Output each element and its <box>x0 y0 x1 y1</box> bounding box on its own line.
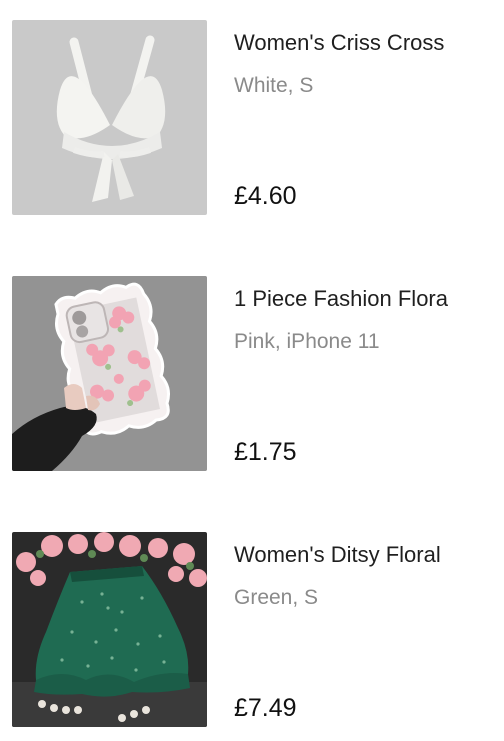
product-price: £7.49 <box>234 694 297 722</box>
product-variant: White, S <box>234 74 314 97</box>
product-item[interactable]: Women's Ditsy Floral Green, S £7.49 <box>0 532 504 732</box>
product-image[interactable] <box>12 20 207 215</box>
white-bra-top-image <box>12 20 207 215</box>
product-image[interactable] <box>12 276 207 471</box>
product-image[interactable] <box>12 532 207 727</box>
product-price: £4.60 <box>234 182 297 210</box>
product-item[interactable]: 1 Piece Fashion Flora Pink, iPhone 11 £1… <box>0 276 504 476</box>
floral-phone-case-image <box>12 276 207 471</box>
product-list: Women's Criss Cross White, S £4.60 1 Pie… <box>0 0 504 741</box>
product-item[interactable]: Women's Criss Cross White, S £4.60 <box>0 20 504 220</box>
product-title[interactable]: Women's Criss Cross <box>234 28 504 58</box>
product-price: £1.75 <box>234 438 297 466</box>
green-floral-skirt-image <box>12 532 207 727</box>
product-variant: Green, S <box>234 586 319 609</box>
product-title[interactable]: Women's Ditsy Floral <box>234 540 504 570</box>
product-title[interactable]: 1 Piece Fashion Flora <box>234 284 504 314</box>
product-variant: Pink, iPhone 11 <box>234 330 380 353</box>
